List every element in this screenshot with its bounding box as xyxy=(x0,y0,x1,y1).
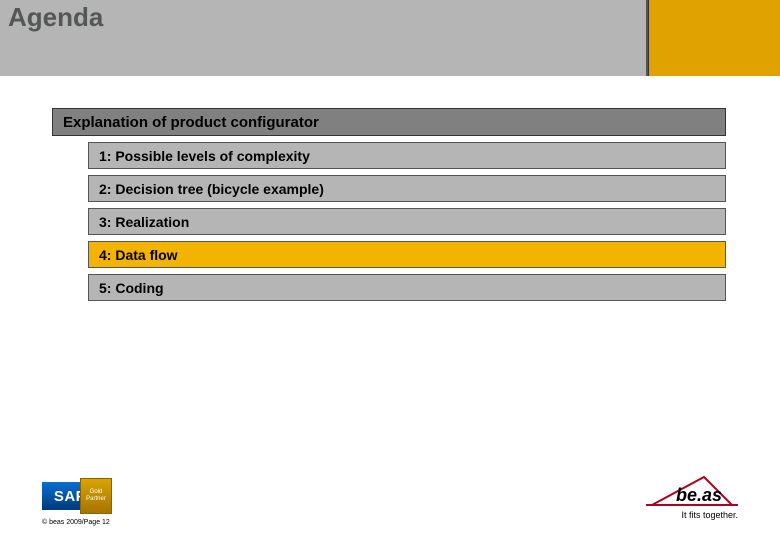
agenda-item-label: 5: Coding xyxy=(99,280,164,296)
agenda-item-3: 3: Realization xyxy=(88,208,726,235)
agenda-item-5: 5: Coding xyxy=(88,274,726,301)
beas-logo: be.as It fits together. xyxy=(646,471,738,520)
beas-logo-text: be.as xyxy=(676,485,722,505)
copyright-text: © beas 2009/Page 12 xyxy=(42,519,110,526)
beas-tagline: It fits together. xyxy=(646,510,738,520)
agenda-content: Explanation of product configurator 1: P… xyxy=(52,108,726,307)
agenda-item-label: 4: Data flow xyxy=(99,247,178,263)
section-heading-bar: Explanation of product configurator xyxy=(52,108,726,136)
header-bar xyxy=(0,0,780,76)
beas-logo-icon: be.as xyxy=(646,471,738,509)
agenda-item-label: 1: Possible levels of complexity xyxy=(99,148,310,164)
page-title: Agenda xyxy=(8,2,103,33)
agenda-item-1: 1: Possible levels of complexity xyxy=(88,142,726,169)
agenda-item-label: 2: Decision tree (bicycle example) xyxy=(99,181,324,197)
section-heading-text: Explanation of product configurator xyxy=(63,114,319,131)
gold-partner-badge: Gold Partner xyxy=(80,478,112,514)
gold-line2: Partner xyxy=(86,496,106,503)
header-accent-panel xyxy=(648,0,780,76)
agenda-item-4-active: 4: Data flow xyxy=(88,241,726,268)
gold-line1: Gold xyxy=(90,489,103,496)
agenda-item-label: 3: Realization xyxy=(99,214,189,230)
agenda-item-2: 2: Decision tree (bicycle example) xyxy=(88,175,726,202)
agenda-item-list: 1: Possible levels of complexity 2: Deci… xyxy=(88,142,726,301)
sap-partner-logo: SAP Gold Partner xyxy=(42,482,98,510)
footer: SAP Gold Partner © beas 2009/Page 12 be.… xyxy=(42,466,738,526)
